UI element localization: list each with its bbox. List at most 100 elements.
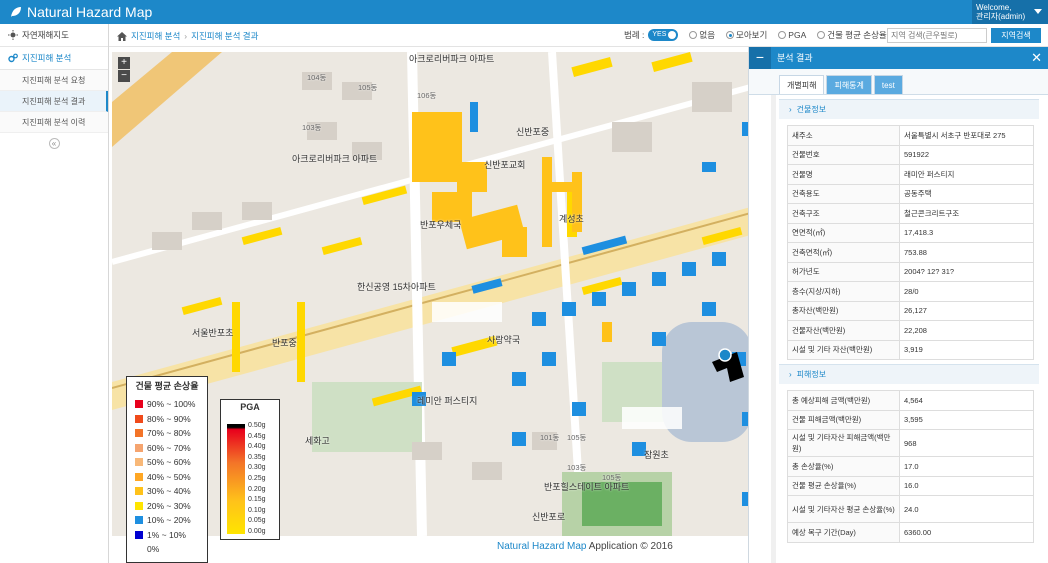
radio-dot[interactable] bbox=[817, 31, 826, 39]
legend-swatch bbox=[135, 429, 143, 438]
legend-label: 90% ~ 100% bbox=[147, 399, 196, 410]
legend-swatch bbox=[135, 443, 143, 452]
table-key: 건축구조 bbox=[787, 203, 900, 224]
user-menu[interactable]: Welcome, 관리자(admin) bbox=[972, 0, 1048, 24]
table-key: 건축용도 bbox=[787, 183, 900, 204]
loss-legend-item: 80% ~ 90% bbox=[127, 412, 207, 427]
pga-legend: PGA 0.50g 0.45g 0.40g 0.35g 0.30g 0.25g 0.20g 0… bbox=[220, 399, 280, 540]
table-row: 건축면적(㎡) 753.88 bbox=[787, 242, 1034, 263]
zoom-out-button[interactable]: − bbox=[118, 70, 130, 82]
table-row: 새주소 서울특별시 서초구 반포대로 275 bbox=[787, 125, 1034, 146]
result-panel: − 분석 결과 ✕ 개별피해 피해통계 test › 건물정보 새주소 서울특별시 … bbox=[748, 47, 1048, 563]
breadcrumb-item[interactable]: 지진피해 분석 bbox=[131, 30, 180, 42]
table-row: 건축용도 공동주택 bbox=[787, 183, 1034, 204]
table-value: 3,919 bbox=[899, 339, 1034, 360]
home-icon[interactable] bbox=[117, 31, 127, 41]
table-value: 16.0 bbox=[899, 475, 1034, 496]
breadcrumb-item[interactable]: 지진피해 분석 결과 bbox=[191, 30, 258, 42]
map-label: 103동 bbox=[302, 123, 322, 132]
radio-dot[interactable] bbox=[689, 31, 698, 39]
map-label: 104동 bbox=[307, 73, 327, 82]
chevron-down-icon: › bbox=[789, 105, 792, 114]
table-value: 28/0 bbox=[899, 281, 1034, 302]
panel-scrollbar[interactable] bbox=[771, 95, 776, 563]
zoom-in-button[interactable]: + bbox=[118, 57, 130, 69]
map-svg[interactable] bbox=[112, 52, 769, 536]
table-row: 시설 및 기타자산 평균 손상율(%) 24.0 bbox=[787, 495, 1034, 523]
collapse-sidebar-button[interactable]: « bbox=[48, 138, 60, 149]
radio-loss[interactable]: 건물 평균 손상율 bbox=[817, 29, 887, 41]
table-row: 건물 피해금액(백만원) 3,595 bbox=[787, 409, 1034, 430]
legend-swatch bbox=[135, 400, 143, 409]
zoom-control: + − bbox=[118, 57, 130, 83]
sidebar-subitem-history[interactable]: 지진피해 분석 이력 bbox=[0, 112, 108, 133]
table-key: 새주소 bbox=[787, 125, 900, 146]
sidebar-item-earthquake[interactable]: 지진피해 분석 bbox=[0, 47, 108, 70]
radio-dot[interactable] bbox=[778, 31, 787, 39]
legend-label: 20% ~ 30% bbox=[147, 500, 191, 511]
sidebar-subitem-request[interactable]: 지진피해 분석 요청 bbox=[0, 70, 108, 91]
map-label: 103동 bbox=[567, 463, 587, 472]
close-icon[interactable]: ✕ bbox=[1031, 47, 1042, 69]
table-row: 총자산(백만원) 26,127 bbox=[787, 300, 1034, 321]
table-key: 건물자산(백만원) bbox=[787, 320, 900, 341]
tab-statistics[interactable]: 피해통계 bbox=[826, 75, 872, 94]
app-brand[interactable]: Natural Hazard Map bbox=[10, 4, 152, 20]
table-value: 4,564 bbox=[899, 390, 1034, 411]
app-title: Natural Hazard Map bbox=[27, 4, 153, 20]
sidebar-item-hazard-map[interactable]: 자연재해지도 bbox=[0, 24, 108, 47]
loss-legend-item: 1% ~ 10% bbox=[127, 528, 207, 543]
map-label: 세화고 bbox=[305, 436, 330, 446]
legend-toggle[interactable]: YES bbox=[648, 29, 679, 41]
radio-dot[interactable] bbox=[726, 31, 735, 39]
section-damage-info[interactable]: › 피해정보 bbox=[779, 364, 1039, 384]
section-title: 피해정보 bbox=[796, 370, 827, 379]
legend-label: 40% ~ 50% bbox=[147, 471, 191, 482]
radio-label: 건물 평균 손상율 bbox=[827, 30, 887, 40]
panel-title: 분석 결과 bbox=[777, 53, 813, 63]
table-value: 26,127 bbox=[899, 300, 1034, 321]
map-label: 한신공영 15차아파트 bbox=[357, 282, 436, 292]
table-row: 건축구조 철근콘크리트구조 bbox=[787, 203, 1034, 224]
panel-tabs: 개별피해 피해통계 test bbox=[749, 69, 1048, 95]
radio-cluster[interactable]: 모아보기 bbox=[726, 29, 767, 41]
legend-label: 60% ~ 70% bbox=[147, 442, 191, 453]
table-row: 연면적(㎡) 17,418.3 bbox=[787, 222, 1034, 243]
table-key: 시설 및 기타자산 피해금액(백만원) bbox=[787, 429, 900, 457]
map-label: 서울반포초 bbox=[192, 328, 234, 338]
footer: Natural Hazard Map Application © 2016 bbox=[497, 541, 673, 552]
map-canvas[interactable]: + − 아크로리버파크 아파트 104동 105동 106동 103동 아크로리… bbox=[112, 52, 769, 536]
table-row: 시설 및 기타자산 피해금액(백만원) 968 bbox=[787, 429, 1034, 457]
pga-tick-label: 0.30g bbox=[248, 464, 266, 472]
table-key: 허가년도 bbox=[787, 261, 900, 282]
table-value: 6360.00 bbox=[899, 522, 1034, 543]
loss-legend: 건물 평균 손상율 90% ~ 100% 80% ~ 90% 70% ~ 80% 60… bbox=[126, 376, 208, 563]
damage-info-table: 총 예상피해 금액(백만원) 4,564 건물 피해금액(백만원) 3,595 시설 및… bbox=[787, 390, 1034, 543]
sidebar-item-label: 자연재해지도 bbox=[22, 30, 69, 40]
legend-swatch bbox=[135, 545, 143, 554]
region-search-button[interactable]: 지역검색 bbox=[991, 28, 1041, 43]
map-label: 신반포교회 bbox=[484, 160, 526, 170]
region-search-input[interactable] bbox=[887, 28, 987, 43]
table-row: 층수(지상/지하) 28/0 bbox=[787, 281, 1034, 302]
table-value: 17.0 bbox=[899, 456, 1034, 477]
map-label: 레미안 퍼스티지 bbox=[417, 396, 478, 406]
radio-none[interactable]: 없음 bbox=[689, 29, 715, 41]
sidebar-subitem-result[interactable]: 지진피해 분석 결과 bbox=[0, 91, 108, 112]
radio-pga[interactable]: PGA bbox=[778, 30, 806, 40]
table-key: 층수(지상/지하) bbox=[787, 281, 900, 302]
legend-swatch bbox=[135, 458, 143, 467]
table-value: 래미안 퍼스티지 bbox=[899, 164, 1034, 185]
table-key: 총자산(백만원) bbox=[787, 300, 900, 321]
map-label: 105동 bbox=[358, 83, 378, 92]
legend-label: 범례 : bbox=[624, 30, 645, 40]
section-building-info[interactable]: › 건물정보 bbox=[779, 99, 1039, 119]
table-value: 22,208 bbox=[899, 320, 1034, 341]
map-label: 계성초 bbox=[559, 214, 584, 224]
tab-individual[interactable]: 개별피해 bbox=[779, 75, 825, 94]
minimize-icon[interactable]: − bbox=[749, 47, 771, 69]
tab-test[interactable]: test bbox=[873, 75, 903, 94]
loss-legend-item: 70% ~ 80% bbox=[127, 426, 207, 441]
legend-label: 30% ~ 40% bbox=[147, 486, 191, 497]
legend-label: 50% ~ 60% bbox=[147, 457, 191, 468]
